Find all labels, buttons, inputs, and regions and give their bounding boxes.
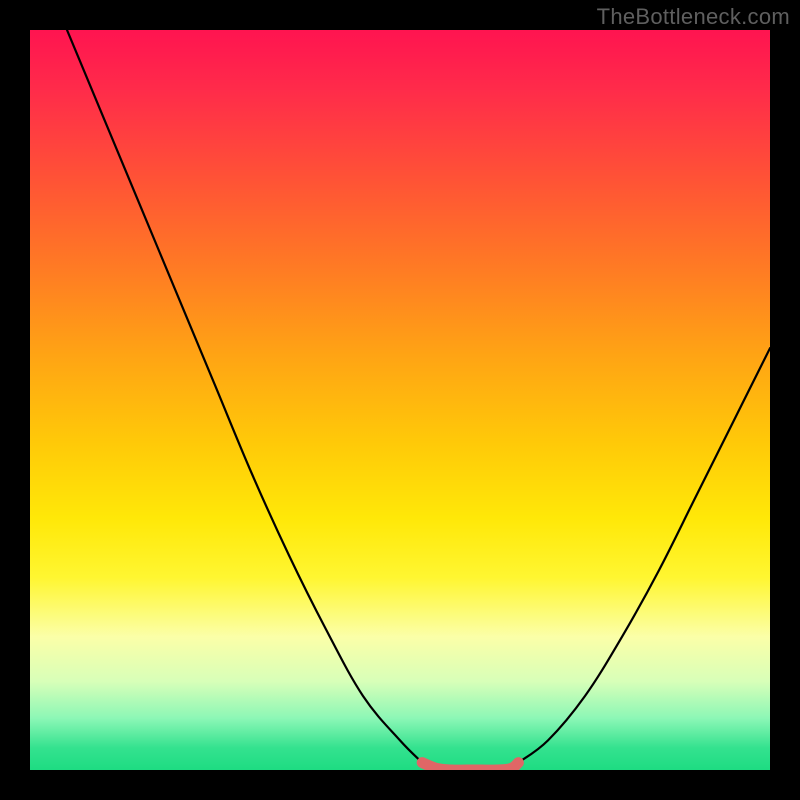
bottleneck-curve-left xyxy=(67,30,422,763)
watermark-text: TheBottleneck.com xyxy=(597,4,790,30)
plot-area xyxy=(30,30,770,770)
optimal-flat-segment xyxy=(422,763,518,770)
chart-frame: TheBottleneck.com xyxy=(0,0,800,800)
curve-layer xyxy=(30,30,770,770)
bottleneck-curve-right xyxy=(518,348,770,762)
